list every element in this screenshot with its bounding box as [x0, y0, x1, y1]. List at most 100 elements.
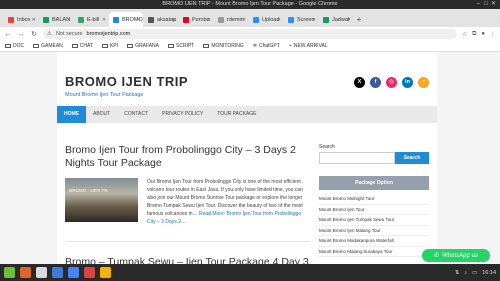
- thumbnail-caption: BROMO - IJEN TR: [69, 188, 108, 193]
- address-bar[interactable]: ⚠ Not secure bromoijentrip.com: [43, 29, 457, 39]
- bookmark-folder[interactable]: GAMEAN: [33, 43, 63, 49]
- browser-tab[interactable]: BALAN ✕: [39, 12, 73, 27]
- bookmark-folder[interactable]: MONITORING: [203, 43, 244, 49]
- browser-tab[interactable]: E-bill ✕: [74, 12, 108, 27]
- clock[interactable]: 16:14: [482, 270, 496, 276]
- app-icon[interactable]: [100, 267, 111, 278]
- browser-tab-active[interactable]: BROMO ✕: [109, 12, 143, 27]
- browser-tab[interactable]: Screen ✕: [284, 12, 318, 27]
- tab-close-icon[interactable]: ✕: [277, 17, 281, 23]
- tab-close-icon[interactable]: ✕: [137, 17, 141, 23]
- bookmark-folder[interactable]: GRAFANA: [127, 43, 159, 49]
- tab-favicon-icon: [78, 16, 84, 23]
- new-tab-icon[interactable]: +: [354, 12, 364, 27]
- browser-tab[interactable]: Pornbo ✕: [179, 12, 213, 27]
- tab-label: E-bill: [87, 16, 100, 23]
- package-link[interactable]: Mount Bromo Ijen Tumpak Sewu Tour: [319, 215, 429, 226]
- search-button[interactable]: Search: [395, 152, 429, 164]
- tab-close-icon[interactable]: ✕: [242, 17, 246, 23]
- url-text[interactable]: bromoijentrip.com: [87, 31, 131, 37]
- bookmark-label: DOC: [13, 43, 25, 49]
- post-title[interactable]: Bromo Ijen Tour from Probolinggo City – …: [65, 144, 310, 170]
- menu-item-home[interactable]: HOME: [57, 106, 86, 123]
- whatsapp-button[interactable]: ✆ WhatsApp us: [422, 249, 490, 262]
- linkedin-icon[interactable]: in: [402, 77, 413, 88]
- bookmark-folder[interactable]: CHAT: [71, 43, 93, 49]
- menu-item-tour-package[interactable]: TOUR PACKAGE: [210, 106, 263, 123]
- folder-icon: [33, 43, 40, 49]
- package-link[interactable]: Mount Bromo Malang Surabaya Tour: [319, 247, 429, 257]
- bookmark-new-arrival[interactable]: ⌁ NEW ARRIVAL: [289, 43, 328, 49]
- bookmark-label: MONITORING: [211, 43, 244, 49]
- close-icon[interactable]: ✕: [491, 0, 496, 9]
- files-icon[interactable]: [52, 267, 63, 278]
- tab-close-icon[interactable]: ✕: [172, 17, 176, 23]
- menu-item-privacy-policy[interactable]: PRIVACY POLICY: [155, 106, 210, 123]
- sidebar: Search Search Package Option Mount Bromo…: [319, 144, 429, 257]
- tab-favicon-icon: [253, 16, 259, 23]
- site-title[interactable]: BROMO IJEN TRIP: [65, 74, 188, 89]
- os-taskbar: ⇅ ♪ ▭ 16:14: [0, 264, 500, 281]
- whatsapp-icon: ✆: [434, 253, 440, 259]
- bookmark-label: KPI: [110, 43, 119, 49]
- back-icon[interactable]: ←: [4, 31, 12, 38]
- bookmark-label: ChatGPT: [258, 43, 280, 49]
- minimize-icon[interactable]: –: [477, 0, 480, 9]
- package-link[interactable]: Mount Bromo Ijen Tour: [319, 205, 429, 215]
- tab-close-icon[interactable]: ✕: [102, 17, 106, 23]
- terminal-icon[interactable]: [36, 267, 47, 278]
- chatgpt-icon: ✲: [252, 43, 257, 49]
- folder-icon: [71, 43, 78, 49]
- search-label: Search: [319, 144, 335, 150]
- chrome-icon[interactable]: [68, 267, 79, 278]
- tab-close-icon[interactable]: ✕: [347, 17, 351, 23]
- bookmark-chatgpt[interactable]: ✲ ChatGPT: [253, 43, 280, 49]
- browser-tab[interactable]: rdemin ✕: [214, 12, 248, 27]
- app-icon[interactable]: [84, 267, 95, 278]
- instagram-icon[interactable]: ◎: [386, 77, 397, 88]
- post-thumbnail[interactable]: BROMO - IJEN TR: [65, 178, 138, 222]
- bookmark-folder[interactable]: SCRIPT: [168, 43, 194, 49]
- firefox-icon[interactable]: [20, 267, 31, 278]
- facebook-icon[interactable]: f: [370, 77, 381, 88]
- package-list: Mount Bromo Midnight Tour Mount Bromo Ij…: [319, 194, 429, 257]
- maximize-icon[interactable]: □: [484, 0, 488, 9]
- tab-close-icon[interactable]: ✕: [312, 17, 316, 23]
- package-link[interactable]: Mount Bromo Midnight Tour: [319, 194, 429, 205]
- folder-icon: [203, 43, 210, 49]
- forward-icon[interactable]: →: [17, 31, 25, 38]
- post-title[interactable]: Bromo – Tumpak Sewu – Ijen Tour Package …: [65, 256, 309, 264]
- site-container: BROMO IJEN TRIP Mount Bromo Ijen Tour Pa…: [57, 52, 437, 264]
- bookmark-folder[interactable]: DOC: [5, 43, 24, 49]
- profile-icon[interactable]: ●: [481, 31, 485, 38]
- browser-tab[interactable]: Upload ✕: [249, 12, 283, 27]
- tab-close-icon[interactable]: ✕: [67, 17, 71, 23]
- package-link[interactable]: Mount Bromo Madakaripura Waterfall: [319, 236, 429, 247]
- package-link[interactable]: Mount Bromo Ijen Malang Tour: [319, 226, 429, 236]
- search-input[interactable]: [319, 152, 395, 164]
- x-icon[interactable]: X: [354, 77, 365, 88]
- tab-close-icon[interactable]: ✕: [32, 17, 36, 23]
- network-icon[interactable]: ⇅: [455, 270, 460, 276]
- main-menu: HOME ABOUT CONTACT PRIVACY POLICY TOUR P…: [57, 106, 437, 123]
- bookmark-folder[interactable]: KPI: [102, 43, 118, 49]
- reload-icon[interactable]: ↻: [30, 30, 38, 38]
- rss-icon[interactable]: ◔: [418, 77, 429, 88]
- extensions-icon[interactable]: ⧉: [472, 31, 476, 38]
- menu-item-about[interactable]: ABOUT: [86, 106, 117, 123]
- folder-icon: [5, 43, 11, 49]
- start-menu-icon[interactable]: [4, 267, 15, 278]
- browser-tab[interactable]: Inbox - ✕: [4, 12, 38, 27]
- tab-favicon-icon: [288, 16, 294, 23]
- menu-item-contact[interactable]: CONTACT: [117, 106, 155, 123]
- bookmark-star-icon[interactable]: ☆: [462, 31, 467, 38]
- volume-icon[interactable]: ♪: [464, 270, 467, 276]
- battery-icon[interactable]: ▭: [472, 270, 477, 276]
- tab-close-icon[interactable]: ✕: [207, 17, 211, 23]
- menu-dots-icon[interactable]: ⋮: [490, 31, 496, 38]
- not-secure-icon[interactable]: ⚠: [47, 31, 52, 37]
- window-titlebar: BROMO IJEN TRIP - Mount Bromo Ijen Tour …: [0, 0, 500, 9]
- browser-tab[interactable]: Jadwal ✕: [319, 12, 353, 27]
- social-icons: X f ◎ in ◔: [354, 77, 429, 88]
- browser-tab[interactable]: aksatap ✕: [144, 12, 178, 27]
